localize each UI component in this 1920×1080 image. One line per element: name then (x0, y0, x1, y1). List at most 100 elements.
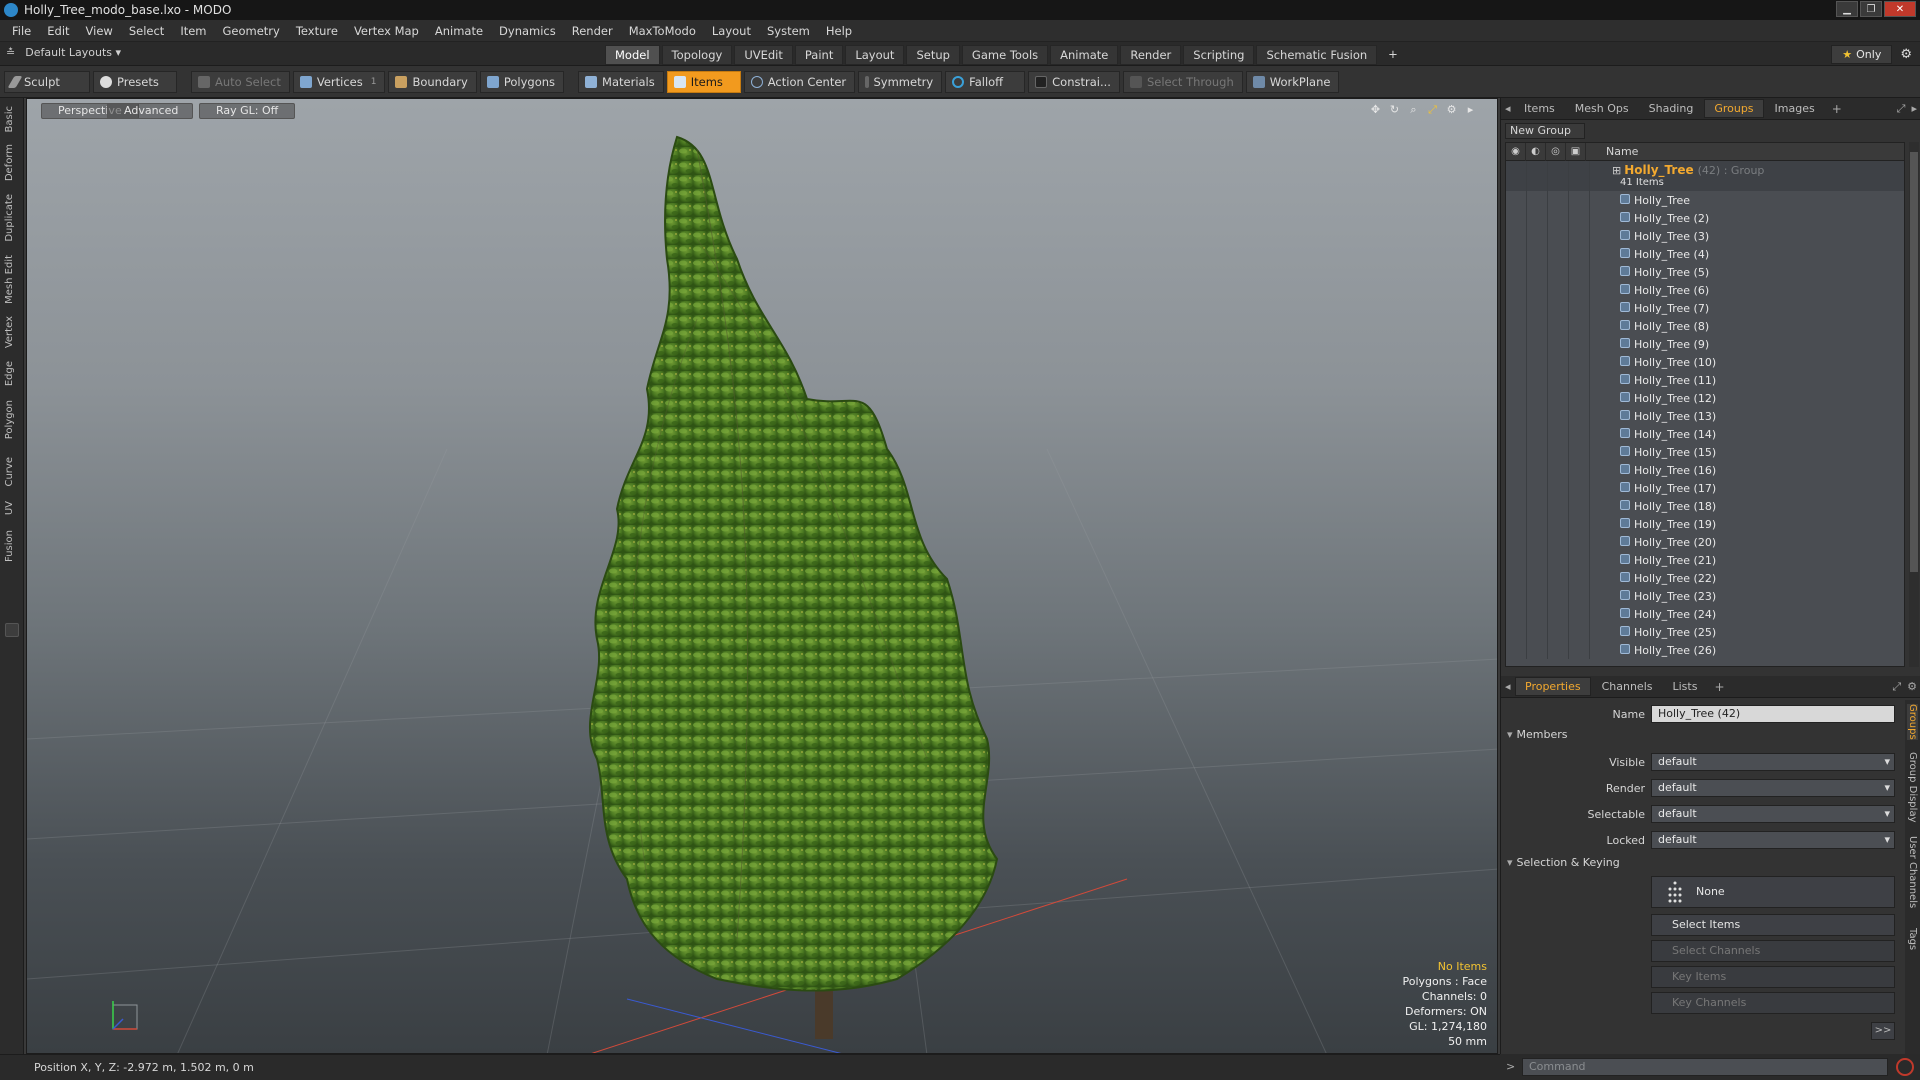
tab-mesh-edit[interactable]: Mesh Edit (4, 255, 20, 304)
tab-basic[interactable]: Basic (4, 106, 20, 132)
group-member-row[interactable]: Holly_Tree (15) (1506, 443, 1904, 461)
key-channels-button[interactable]: Key Channels (1651, 992, 1895, 1014)
workplane-button[interactable]: WorkPlane (1245, 70, 1340, 93)
expand-icon[interactable]: ⤢ (1897, 102, 1906, 116)
group-member-row[interactable]: Holly_Tree (1506, 191, 1904, 209)
group-member-row[interactable]: Holly_Tree (8) (1506, 317, 1904, 335)
group-member-row[interactable]: Holly_Tree (7) (1506, 299, 1904, 317)
menu-help[interactable]: Help (818, 24, 860, 38)
group-member-row[interactable]: Holly_Tree (16) (1506, 461, 1904, 479)
select-items-button[interactable]: Select Items (1651, 914, 1895, 936)
menu-maxtomodo[interactable]: MaxToModo (621, 24, 704, 38)
tab-curve[interactable]: Curve (4, 457, 20, 487)
vertices-button[interactable]: Vertices 1 (292, 70, 386, 93)
tab-groups[interactable]: Groups (1704, 99, 1764, 118)
menu-view[interactable]: View (78, 24, 121, 38)
members-section[interactable]: ▾ Members (1507, 728, 1568, 741)
more-button[interactable]: >> (1871, 1022, 1895, 1040)
command-stop-icon[interactable] (1896, 1058, 1914, 1076)
menu-geometry[interactable]: Geometry (215, 24, 288, 38)
action-center-button[interactable]: Action Center (743, 70, 856, 93)
tab-uv[interactable]: UV (4, 501, 20, 515)
select-through-button[interactable]: Select Through (1122, 70, 1243, 93)
tab-items[interactable]: Items (1515, 100, 1564, 117)
tab-vertex[interactable]: Vertex (4, 316, 20, 348)
add-tab-icon[interactable]: + (1826, 102, 1848, 116)
group-member-row[interactable]: Holly_Tree (18) (1506, 497, 1904, 515)
pan-icon[interactable]: ✥ (1369, 103, 1382, 116)
menu-item[interactable]: Item (172, 24, 214, 38)
menu-texture[interactable]: Texture (288, 24, 346, 38)
tab-fusion[interactable]: Fusion (4, 530, 20, 562)
tab-channels[interactable]: Channels (1593, 678, 1662, 695)
visibility-eye-icon[interactable]: ◉ (1506, 143, 1526, 161)
panel-settings-icon[interactable]: ⚙ (1907, 680, 1917, 694)
3d-viewport[interactable]: Perspective Advanced Ray GL: Off ✥ ↻ ⌕ ⤢… (26, 98, 1498, 1054)
layout-preset-dropdown[interactable]: Default Layouts ▾ (25, 46, 121, 59)
command-arrow-icon[interactable]: > (1506, 1060, 1515, 1073)
expand-icon[interactable]: ⤢ (1892, 680, 1901, 694)
groups-scrollbar[interactable] (1909, 142, 1919, 667)
raygl-toggle[interactable]: Ray GL: Off (199, 103, 296, 119)
menu-file[interactable]: File (4, 24, 39, 38)
panel-menu-icon[interactable]: ◂ (1505, 102, 1511, 115)
group-member-row[interactable]: Holly_Tree (17) (1506, 479, 1904, 497)
key-items-button[interactable]: Key Items (1651, 966, 1895, 988)
polygons-button[interactable]: Polygons (479, 70, 565, 93)
rotate-icon[interactable]: ↻ (1388, 103, 1401, 116)
locked-dropdown[interactable]: default (1651, 831, 1895, 849)
name-field[interactable]: Holly_Tree (42) (1651, 705, 1895, 723)
boundary-button[interactable]: Boundary (388, 70, 477, 93)
selection-keying-section[interactable]: ▾ Selection & Keying (1507, 856, 1620, 869)
close-icon[interactable]: ✕ (1884, 1, 1916, 17)
settings-gear-icon[interactable]: ⚙ (1896, 47, 1916, 62)
column-name[interactable]: Name (1586, 145, 1638, 158)
group-row-holly-tree[interactable]: ⊞ Holly_Tree (42) : Group 41 Items (1506, 161, 1904, 191)
group-member-row[interactable]: Holly_Tree (21) (1506, 551, 1904, 569)
tab-edge[interactable]: Edge (4, 361, 20, 386)
menu-render[interactable]: Render (564, 24, 621, 38)
items-button[interactable]: Items (666, 70, 741, 93)
menu-select[interactable]: Select (121, 24, 172, 38)
lock-icon[interactable]: ▣ (1566, 143, 1586, 161)
symmetry-button[interactable]: Symmetry (858, 70, 943, 93)
select-icon[interactable]: ◎ (1546, 143, 1566, 161)
panel-menu-icon[interactable]: ◂ (1505, 680, 1511, 693)
group-member-row[interactable]: Holly_Tree (14) (1506, 425, 1904, 443)
none-button[interactable]: None (1651, 876, 1895, 908)
group-member-row[interactable]: Holly_Tree (25) (1506, 623, 1904, 641)
menu-layout[interactable]: Layout (704, 24, 759, 38)
render-dropdown[interactable]: default (1651, 779, 1895, 797)
new-group-button[interactable]: New Group (1505, 123, 1585, 139)
tab-images[interactable]: Images (1766, 100, 1824, 117)
group-member-row[interactable]: Holly_Tree (2) (1506, 209, 1904, 227)
panel-arrow-icon[interactable]: ▸ (1911, 102, 1917, 116)
viewport-expand-icon[interactable]: ▸ (1464, 103, 1477, 116)
presets-button[interactable]: Presets (93, 70, 177, 93)
group-member-row[interactable]: Holly_Tree (3) (1506, 227, 1904, 245)
group-member-row[interactable]: Holly_Tree (11) (1506, 371, 1904, 389)
falloff-button[interactable]: Falloff (945, 70, 1026, 93)
command-input[interactable]: Command (1522, 1058, 1888, 1076)
sculpt-button[interactable]: Sculpt (4, 70, 90, 93)
maximize-icon[interactable]: ❐ (1860, 1, 1882, 17)
tab-layout[interactable]: Layout (845, 45, 905, 65)
render-icon[interactable]: ◐ (1526, 143, 1546, 161)
render-mode-dropdown[interactable]: Advanced (107, 103, 193, 119)
only-button[interactable]: ★ Only (1831, 45, 1893, 64)
tab-properties[interactable]: Properties (1515, 677, 1591, 696)
group-member-row[interactable]: Holly_Tree (5) (1506, 263, 1904, 281)
tab-uvedit[interactable]: UVEdit (734, 45, 793, 65)
tab-shading[interactable]: Shading (1640, 100, 1703, 117)
visible-dropdown[interactable]: default (1651, 753, 1895, 771)
group-member-row[interactable]: Holly_Tree (20) (1506, 533, 1904, 551)
tab-lists[interactable]: Lists (1664, 678, 1707, 695)
selectable-dropdown[interactable]: default (1651, 805, 1895, 823)
side-tab-group-display[interactable]: Group Display (1907, 752, 1918, 822)
group-member-row[interactable]: Holly_Tree (19) (1506, 515, 1904, 533)
tab-game-tools[interactable]: Game Tools (961, 45, 1049, 65)
side-tab-groups[interactable]: Groups (1907, 704, 1918, 740)
side-tab-tags[interactable]: Tags (1907, 928, 1918, 950)
group-member-row[interactable]: Holly_Tree (22) (1506, 569, 1904, 587)
auto-select-button[interactable]: Auto Select (191, 70, 290, 93)
